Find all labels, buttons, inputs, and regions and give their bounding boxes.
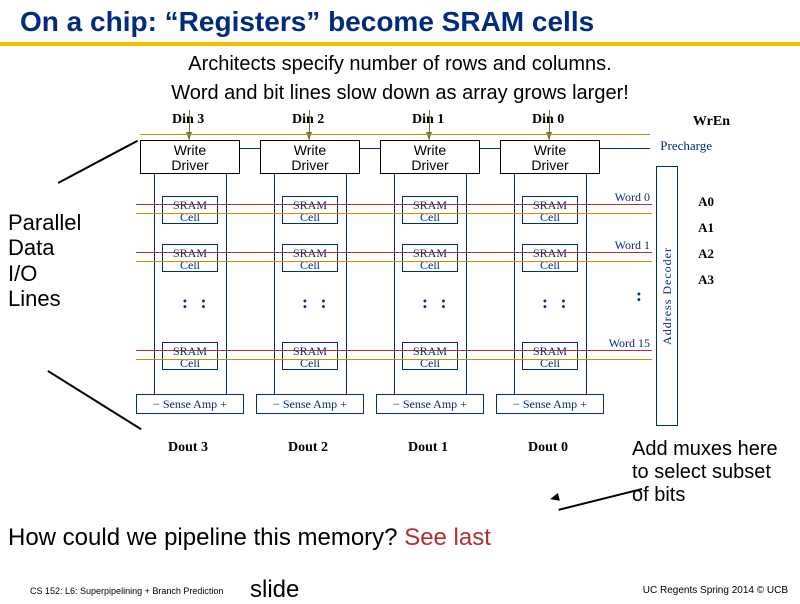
bitline-0l xyxy=(514,174,515,394)
dots: : : xyxy=(422,292,451,313)
write-driver-1: Write Driver xyxy=(380,140,480,174)
wren-line xyxy=(140,134,650,135)
write-driver-3: Write Driver xyxy=(140,140,240,174)
column-3: Write Driver SRAM Cell SRAM Cell SRAM Ce… xyxy=(140,140,240,174)
write-driver-2: Write Driver xyxy=(260,140,360,174)
word-line-0b xyxy=(136,213,652,214)
a-label-2: A2 xyxy=(698,246,714,262)
a-label-3: A3 xyxy=(698,272,714,288)
sram-cell: SRAM Cell xyxy=(162,196,218,224)
footer-right: UC Regents Spring 2014 © UCB xyxy=(643,585,788,596)
sram-cell: SRAM Cell xyxy=(402,342,458,370)
sram-diagram: Parallel Data I/O Lines Din 3 Din 2 Din … xyxy=(0,110,800,470)
bitline-1r xyxy=(466,174,467,394)
write-driver-0: Write Driver xyxy=(500,140,600,174)
sram-cell: SRAM Cell xyxy=(162,342,218,370)
footer-left: CS 152: L6: Superpipelining + Branch Pre… xyxy=(30,586,223,596)
word-label-1: Word 1 xyxy=(615,238,650,253)
dout-label-1: Dout 1 xyxy=(408,440,448,456)
sram-cell: SRAM Cell xyxy=(402,244,458,272)
precharge-label: Precharge xyxy=(660,138,712,154)
word-line-1 xyxy=(136,252,652,253)
a-label-0: A0 xyxy=(698,194,714,210)
sram-cell: SRAM Cell xyxy=(282,196,338,224)
bitline-3r xyxy=(226,174,227,394)
column-1: Write Driver SRAM Cell SRAM Cell SRAM Ce… xyxy=(380,140,480,174)
dout-label-2: Dout 2 xyxy=(288,440,328,456)
question-black: How could we pipeline this memory? xyxy=(8,524,404,551)
sram-cell: SRAM Cell xyxy=(282,244,338,272)
sram-cell: SRAM Cell xyxy=(522,244,578,272)
dots: : : xyxy=(182,292,211,313)
sense-amp-0: − Sense Amp + xyxy=(496,394,604,414)
bitline-1l xyxy=(394,174,395,394)
dout-label-0: Dout 0 xyxy=(528,440,568,456)
dots: : : xyxy=(302,292,331,313)
sense-amp-1: − Sense Amp + xyxy=(376,394,484,414)
word-label-15: Word 15 xyxy=(609,336,650,351)
dots: : : xyxy=(542,292,571,313)
bitline-0r xyxy=(586,174,587,394)
word-line-0 xyxy=(136,204,652,205)
word-label-0: Word 0 xyxy=(615,190,650,205)
add-muxes-label: Add muxes here to select subset of bits xyxy=(632,438,792,507)
wren-label: WrEn xyxy=(693,114,730,130)
sense-amp-2: − Sense Amp + xyxy=(256,394,364,414)
sense-amp-3: − Sense Amp + xyxy=(136,394,244,414)
word-line-1b xyxy=(136,261,652,262)
question-red: See last xyxy=(404,524,491,551)
sram-cell: SRAM Cell xyxy=(522,196,578,224)
diagram-canvas: Din 3 Din 2 Din 1 Din 0 WrEn Precharge W… xyxy=(130,110,690,470)
column-0: Write Driver SRAM Cell SRAM Cell SRAM Ce… xyxy=(500,140,600,174)
subtitle-line-1: Architects specify number of rows and co… xyxy=(0,52,800,77)
sram-cell: SRAM Cell xyxy=(402,196,458,224)
bitline-2l xyxy=(274,174,275,394)
word-line-15 xyxy=(136,350,652,351)
arrow-upper xyxy=(58,140,138,184)
parallel-data-io-label: Parallel Data I/O Lines xyxy=(8,210,81,311)
arrow-lower xyxy=(48,370,142,430)
slide-title: On a chip: “Registers” become SRAM cells xyxy=(0,0,800,42)
question-text: How could we pipeline this memory? See l… xyxy=(8,524,491,552)
column-2: Write Driver SRAM Cell SRAM Cell SRAM Ce… xyxy=(260,140,360,174)
sram-cell: SRAM Cell xyxy=(522,342,578,370)
sram-cell: SRAM Cell xyxy=(282,342,338,370)
bitline-3l xyxy=(154,174,155,394)
bitline-2r xyxy=(346,174,347,394)
subtitle-line-2: Word and bit lines slow down as array gr… xyxy=(0,81,800,106)
title-underline xyxy=(0,42,800,46)
address-decoder: Address Decoder xyxy=(656,166,678,426)
sram-cell: SRAM Cell xyxy=(162,244,218,272)
word-line-15b xyxy=(136,359,652,360)
arrow-muxes-head xyxy=(549,493,560,503)
dout-label-3: Dout 3 xyxy=(168,440,208,456)
dots-decoder: : xyxy=(636,285,646,306)
arrow-muxes xyxy=(558,488,642,510)
a-label-1: A1 xyxy=(698,220,714,236)
